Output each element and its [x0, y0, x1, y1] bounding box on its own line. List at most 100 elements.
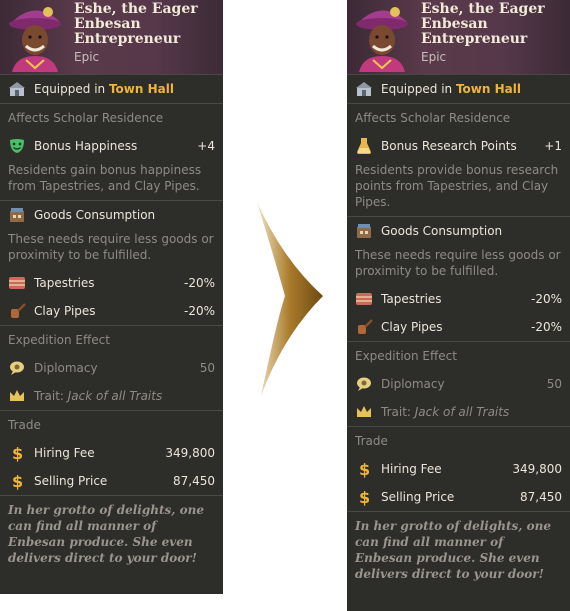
diplomacy-icon — [357, 377, 371, 391]
specialist-tooltip-after: Eshe, the Eager Enbesan Entrepreneur Epi… — [347, 0, 570, 611]
tapestries-row: Tapestries -20% — [355, 285, 562, 313]
equipped-section: Equipped in Town Hall — [0, 74, 223, 103]
trait-label: Trait: — [34, 389, 64, 403]
town-hall-icon — [356, 82, 372, 96]
rarity-label: Epic — [74, 50, 100, 64]
clay-pipes-value: -20% — [183, 304, 215, 318]
equipped-row: Equipped in Town Hall — [355, 75, 562, 103]
affects-label: Affects Scholar Residence — [355, 111, 511, 125]
svg-text:$: $ — [12, 444, 23, 462]
expedition-section: Expedition Effect Diplomacy 50 Trait: Ja… — [0, 325, 223, 410]
svg-text:$: $ — [359, 460, 370, 478]
tapestries-label: Tapestries — [34, 276, 95, 290]
clay-pipes-icon — [11, 303, 26, 318]
clay-pipes-row: Clay Pipes -20% — [355, 313, 562, 341]
goods-title: Goods Consumption — [34, 208, 156, 222]
trade-heading: Trade — [355, 434, 388, 448]
portrait-icon — [9, 7, 61, 72]
hiring-fee-label: Hiring Fee — [381, 462, 442, 476]
goods-description: These needs require less goods or proxim… — [355, 248, 561, 278]
selling-price-value: 87,450 — [520, 490, 562, 504]
diplomacy-value: 50 — [546, 377, 562, 391]
trade-heading: Trade — [8, 418, 41, 432]
flavor-section: In her grotto of delights, one can find … — [0, 495, 223, 570]
town-hall-icon — [9, 82, 25, 96]
trait-row: Trait: Jack of all Traits — [355, 398, 562, 426]
equipped-building: Town Hall — [455, 82, 521, 96]
flavor-section: In her grotto of delights, one can find … — [347, 511, 570, 586]
bonus-row: Bonus Happiness +4 — [8, 132, 215, 160]
bonus-description: Residents provide bonus research points … — [355, 163, 559, 209]
bonus-label: Bonus Research Points — [381, 139, 517, 153]
tapestries-value: -20% — [530, 292, 562, 306]
selling-price-label: Selling Price — [34, 474, 108, 488]
crown-icon — [10, 390, 24, 401]
goods-description: These needs require less goods or proxim… — [8, 232, 214, 262]
diplomacy-label: Diplomacy — [381, 377, 445, 391]
expedition-section: Expedition Effect Diplomacy 50 Trait: Ja… — [347, 341, 570, 426]
clay-pipes-row: Clay Pipes -20% — [8, 297, 215, 325]
equipped-building: Town Hall — [108, 82, 174, 96]
specialist-tooltip-before: Eshe, the Eager Enbesan Entrepreneur Epi… — [0, 0, 223, 594]
bonus-label: Bonus Happiness — [34, 139, 138, 153]
hiring-fee-value: 349,800 — [165, 446, 215, 460]
selling-price-value: 87,450 — [173, 474, 215, 488]
diplomacy-icon — [10, 361, 24, 375]
svg-text:$: $ — [12, 472, 23, 490]
affects-label: Affects Scholar Residence — [8, 111, 164, 125]
selling-price-row: $ Selling Price 87,450 — [355, 483, 562, 511]
equipped-prefix: Equipped in — [381, 82, 453, 96]
happiness-mask-icon — [10, 139, 24, 153]
rarity-label: Epic — [421, 50, 447, 64]
goods-row: Goods Consumption — [8, 201, 215, 229]
svg-text:$: $ — [359, 488, 370, 506]
clay-pipes-value: -20% — [530, 320, 562, 334]
tooltip-header: Eshe, the Eager Enbesan Entrepreneur Epi… — [0, 0, 223, 74]
effect-section: Affects Scholar Residence Bonus Research… — [347, 103, 570, 216]
goods-row: Goods Consumption — [355, 217, 562, 245]
hiring-fee-value: 349,800 — [512, 462, 562, 476]
expedition-heading: Expedition Effect — [355, 349, 457, 363]
bonus-value: +4 — [197, 139, 215, 153]
tapestries-icon — [356, 293, 372, 305]
tapestries-value: -20% — [183, 276, 215, 290]
hiring-fee-label: Hiring Fee — [34, 446, 95, 460]
trait-row: Trait: Jack of all Traits — [8, 382, 215, 410]
specialist-name: Eshe, the Eager Enbesan Entrepreneur — [421, 1, 545, 47]
clay-pipes-label: Clay Pipes — [34, 304, 96, 318]
coin-dollar-icon: $ — [359, 488, 370, 506]
trade-section: Trade $ Hiring Fee 349,800 $ Selling Pri… — [0, 410, 223, 495]
tapestries-row: Tapestries -20% — [8, 269, 215, 297]
clay-pipes-icon — [358, 319, 373, 334]
trait-value: Jack of all Traits — [67, 389, 163, 403]
bonus-description: Residents gain bonus happiness from Tape… — [8, 163, 202, 193]
trait-value: Jack of all Traits — [414, 405, 510, 419]
hiring-fee-row: $ Hiring Fee 349,800 — [355, 455, 562, 483]
flavor-text: In her grotto of delights, one can find … — [355, 519, 551, 581]
coin-dollar-icon: $ — [12, 472, 23, 490]
transition-arrow-icon — [257, 202, 323, 396]
portrait-icon — [356, 7, 408, 72]
equipped-row: Equipped in Town Hall — [8, 75, 215, 103]
research-flask-icon — [357, 138, 371, 154]
flavor-text: In her grotto of delights, one can find … — [8, 503, 204, 565]
tapestries-label: Tapestries — [381, 292, 442, 306]
equipped-prefix: Equipped in — [34, 82, 106, 96]
expedition-heading: Expedition Effect — [8, 333, 110, 347]
equipped-section: Equipped in Town Hall — [347, 74, 570, 103]
goods-section: Goods Consumption These needs require le… — [0, 200, 223, 325]
diplomacy-value: 50 — [199, 361, 215, 375]
residence-icon — [10, 208, 24, 222]
tapestries-icon — [9, 277, 25, 289]
hiring-fee-row: $ Hiring Fee 349,800 — [8, 439, 215, 467]
bonus-row: Bonus Research Points +1 — [355, 132, 562, 160]
tooltip-header: Eshe, the Eager Enbesan Entrepreneur Epi… — [347, 0, 570, 74]
selling-price-label: Selling Price — [381, 490, 455, 504]
crown-icon — [357, 406, 371, 417]
coin-dollar-icon: $ — [359, 460, 370, 478]
clay-pipes-label: Clay Pipes — [381, 320, 443, 334]
trait-label: Trait: — [381, 405, 411, 419]
residence-icon — [357, 224, 371, 238]
diplomacy-row: Diplomacy 50 — [355, 370, 562, 398]
bonus-value: +1 — [544, 139, 562, 153]
